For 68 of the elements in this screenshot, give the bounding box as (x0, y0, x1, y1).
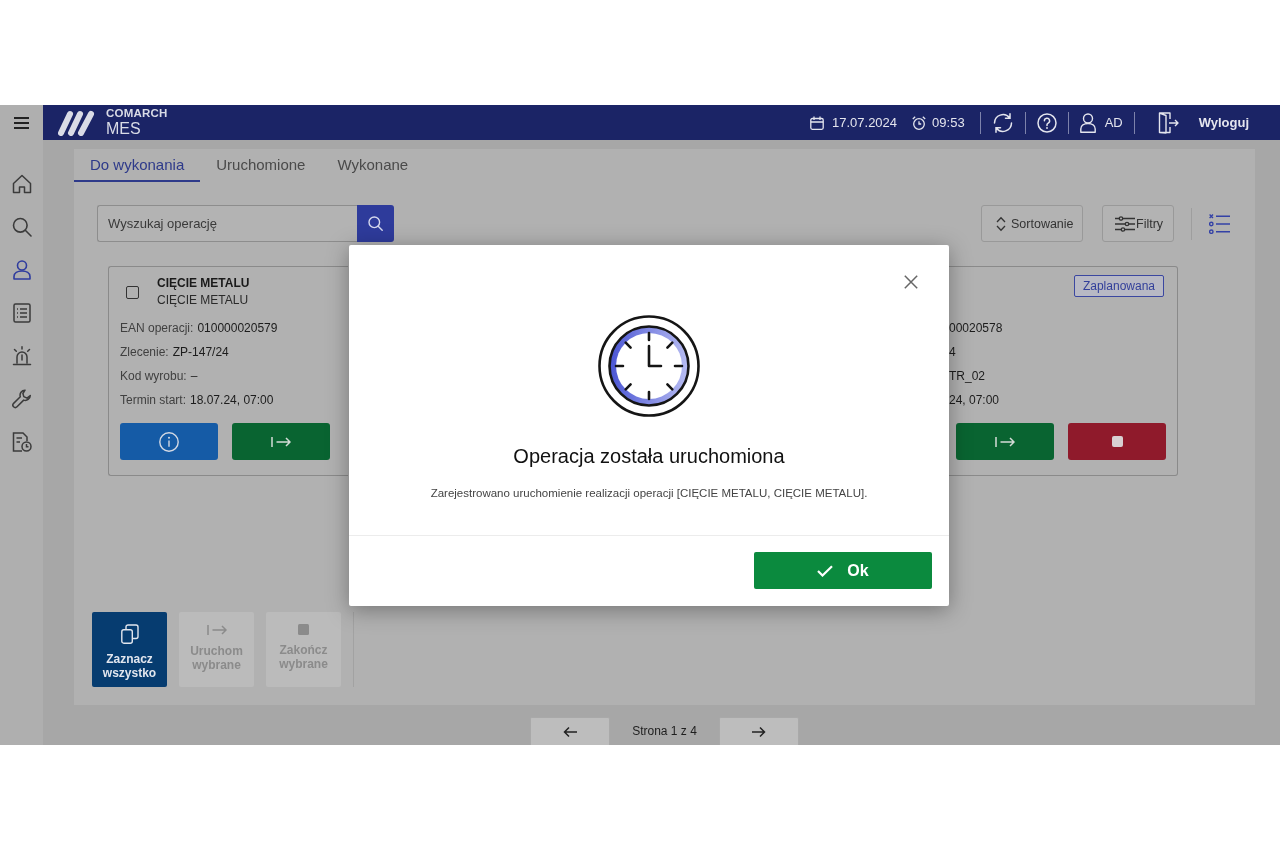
stop-icon (298, 624, 309, 635)
wrench-icon[interactable] (11, 388, 32, 409)
field-value: TR_02 (949, 369, 986, 383)
logo-icon (58, 109, 96, 136)
document-clock-icon[interactable] (11, 431, 32, 452)
empty-value-dash: – (190, 369, 198, 383)
search-button[interactable] (357, 205, 394, 242)
alarm-clock-icon (912, 115, 927, 130)
status-badge: Zaplanowana (1073, 275, 1164, 297)
tab[interactable]: Wykonane (321, 149, 425, 182)
dialog-title: Operacja została uruchomiona (513, 444, 785, 468)
operation-title: CIĘCIE METALU (157, 275, 250, 292)
logout-button[interactable]: Wyloguj (1145, 111, 1249, 134)
tab[interactable]: Uruchomione (200, 149, 322, 182)
brand-name: COMARCH (106, 107, 168, 120)
search-icon (368, 216, 383, 231)
clock-icon (598, 315, 700, 417)
time-text: 09:53 (932, 115, 965, 130)
close-icon[interactable] (904, 275, 918, 289)
field-value: ZP-147/24 (172, 345, 229, 359)
field-value: 00020578 (949, 321, 1003, 335)
user-initials: AD (1104, 115, 1123, 130)
select-all-button[interactable]: Zaznacz wszystko (92, 612, 167, 687)
start-arrow-icon (206, 624, 227, 636)
field-value: 010000020579 (197, 321, 278, 335)
search-field[interactable]: Wyszukaj operację (97, 205, 357, 242)
check-icon (817, 564, 834, 577)
home-icon[interactable] (11, 173, 32, 194)
sliders-icon (1115, 215, 1135, 232)
refresh-icon[interactable] (991, 112, 1014, 133)
alarm-light-icon[interactable] (11, 345, 32, 366)
tab[interactable]: Do wykonania (74, 149, 201, 182)
arrow-left-icon (563, 725, 578, 738)
field-label: Kod wyrobu: (120, 369, 187, 383)
field-label: Termin start: (120, 393, 186, 407)
stop-button[interactable] (1068, 423, 1166, 460)
operation-subtitle: CIĘCIE METALU (157, 292, 250, 309)
list-view-icon[interactable] (1209, 213, 1230, 234)
checkbox[interactable] (126, 286, 139, 299)
dialog-message: Zarejestrowano uruchomienie realizacji operacji [CIĘCIE METALU, CIĘCIE METALU]. (430, 486, 868, 501)
stop-icon (1111, 436, 1123, 447)
user-icon[interactable] (1079, 112, 1096, 133)
start-button[interactable] (956, 423, 1054, 460)
field-label: Zlecenie: (120, 345, 169, 359)
sort-button[interactable]: Sortowanie (981, 205, 1083, 242)
field-value: 24, 07:00 (949, 393, 1000, 407)
field-value: 18.07.24, 07:00 (190, 393, 274, 407)
checklist-icon[interactable] (12, 302, 31, 323)
filter-button[interactable]: Filtry (1102, 205, 1174, 242)
calendar-icon (810, 115, 824, 130)
ok-button[interactable]: Ok (754, 552, 932, 589)
search-icon[interactable] (11, 216, 32, 237)
info-button[interactable] (120, 423, 218, 460)
exit-door-icon (1157, 111, 1179, 134)
arrow-right-icon (751, 725, 766, 738)
page-indicator: Strona 1 z 4 (632, 724, 697, 738)
copy-icon (120, 624, 139, 644)
sort-chevrons-icon (996, 215, 1006, 232)
field-label: EAN operacji: (120, 321, 194, 335)
info-icon (159, 431, 179, 452)
start-arrow-icon (271, 435, 291, 448)
start-arrow-icon (995, 435, 1015, 448)
menu-icon[interactable] (14, 116, 29, 129)
start-button[interactable] (232, 423, 330, 460)
date-text: 17.07.2024 (832, 115, 898, 130)
field-value: 4 (949, 345, 956, 359)
product-name: MES (106, 121, 142, 138)
help-icon[interactable] (1036, 112, 1057, 133)
